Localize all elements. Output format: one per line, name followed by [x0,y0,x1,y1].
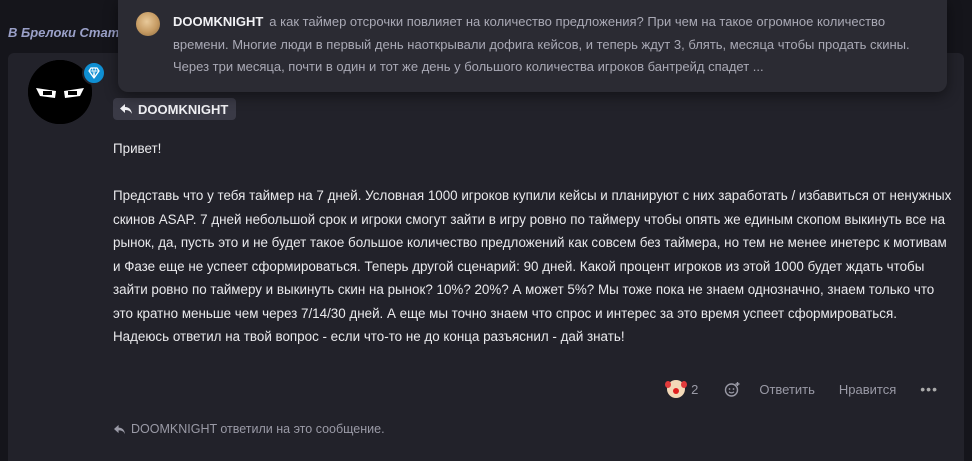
forum-post: DOOMKNIGHT Привет! Представь что у тебя … [8,53,964,461]
quote-author-name[interactable]: DOOMKNIGHT [173,14,263,29]
clown-icon [665,380,688,398]
breadcrumb[interactable]: В Брелоки Стат [8,25,118,40]
add-reaction-button[interactable] [724,381,741,398]
quote-excerpt: а как таймер отсрочки повлияет на количе… [173,14,910,74]
message-body: Привет! Представь что у тебя таймер на 7… [113,137,953,349]
quote-preview-popup: DOOMKNIGHT а как таймер отсрочки повлияет… [118,0,947,92]
like-button[interactable]: Нравится [839,382,896,397]
page: В Брелоки Стат DOOMKNIGHT Привет! Предст… [0,0,972,461]
post-actions: 2 Ответить Нравится ••• [665,380,938,398]
reply-button[interactable]: Ответить [759,382,815,397]
quote-author-avatar [136,12,160,36]
replied-note[interactable]: DOOMKNIGHT ответили на это сообщение. [113,422,385,436]
quote-preview-text: DOOMKNIGHT а как таймер отсрочки повлияет… [173,11,923,79]
smiley-plus-icon [725,381,740,397]
reply-to-name: DOOMKNIGHT [138,101,229,117]
reaction-count: 2 [691,381,699,397]
verified-badge [82,61,106,85]
message-paragraph: Представь что у тебя таймер на 7 дней. У… [113,188,952,321]
diamond-icon [88,67,100,79]
reaction-clown[interactable]: 2 [665,380,699,398]
replied-note-text: DOOMKNIGHT ответили на это сообщение. [131,422,385,436]
more-options-button[interactable]: ••• [920,381,938,397]
reply-arrow-icon [114,424,125,434]
message-closing: Надеюсь ответил на твой вопрос - если чт… [113,329,625,344]
reply-to-chip[interactable]: DOOMKNIGHT [113,98,237,120]
reply-arrow-icon [120,104,132,114]
message-greeting: Привет! [113,141,162,156]
